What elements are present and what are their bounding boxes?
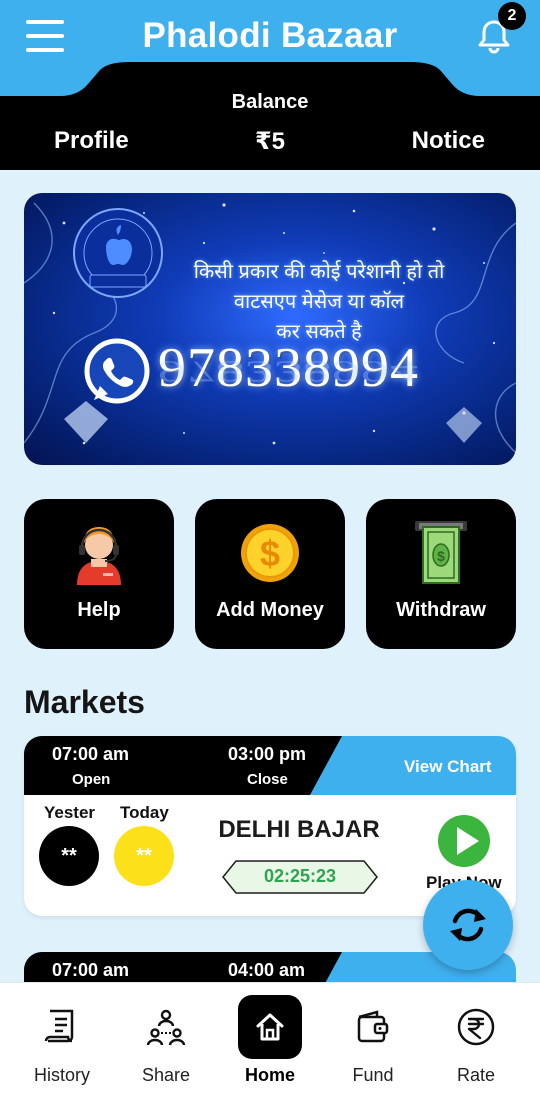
market-name: DELHI BAJAR	[218, 816, 380, 843]
open-label: Open	[72, 771, 111, 788]
withdraw-button[interactable]: $ Withdraw	[366, 499, 516, 649]
wallet-icon	[357, 1010, 389, 1043]
refresh-button[interactable]	[423, 880, 513, 970]
nav-share-label: Share	[141, 1065, 191, 1085]
close-time: 04:00 am	[228, 960, 306, 980]
scroll-history-icon	[44, 1009, 74, 1043]
close-time: 03:00 pm	[228, 744, 307, 764]
notification-badge: 2	[498, 2, 526, 30]
bottom-navigation: History Share Home Fund Rate	[0, 982, 540, 1101]
add-money-button[interactable]: $ Add Money	[195, 499, 345, 649]
banner-text-line2: वाटसएप मेसेज या कॉल	[233, 291, 405, 313]
view-chart-link[interactable]: View Chart	[404, 757, 492, 777]
whatsapp-icon	[84, 338, 150, 404]
open-time: 07:00 am	[52, 960, 130, 980]
play-icon[interactable]	[437, 814, 491, 868]
promo-banner[interactable]: किसी प्रकार की कोई परेशानी हो तो वाटसएप …	[24, 193, 516, 465]
nav-share[interactable]: Share	[112, 983, 220, 1101]
yesterday-result: **	[39, 826, 99, 886]
nav-history[interactable]: History	[8, 983, 116, 1101]
withdraw-label: Withdraw	[396, 599, 486, 621]
apple-matka-logo	[73, 208, 163, 298]
open-time: 07:00 am	[52, 744, 130, 764]
refresh-icon	[450, 908, 486, 942]
svg-text:$: $	[260, 533, 280, 574]
cash-withdraw-icon: $	[415, 521, 467, 584]
nav-home[interactable]: Home	[216, 983, 324, 1101]
help-label: Help	[77, 599, 121, 621]
help-button[interactable]: Help	[24, 499, 174, 649]
rupee-circle-icon	[457, 1008, 495, 1046]
home-icon	[256, 1013, 284, 1041]
close-label: Close	[247, 771, 288, 788]
markets-heading: Markets	[24, 684, 145, 720]
nav-rate-label: Rate	[456, 1065, 496, 1085]
banner-text-line1: किसी प्रकार की कोई परेशानी हो तो	[193, 261, 445, 283]
nav-history-label: History	[33, 1065, 90, 1085]
notice-link[interactable]: Notice	[412, 127, 485, 155]
balance-label: Balance	[231, 91, 309, 113]
banner-phone-reflection: 978338994	[158, 354, 419, 389]
nav-home-label: Home	[244, 1065, 295, 1085]
gold-coin-icon: $	[241, 524, 299, 582]
yesterday-label: Yester	[44, 803, 96, 822]
svg-text:$: $	[437, 548, 445, 564]
countdown-timer: 02:25:23	[263, 866, 337, 886]
nav-rate[interactable]: Rate	[422, 983, 530, 1101]
add-money-label: Add Money	[216, 599, 324, 621]
today-result: **	[114, 826, 174, 886]
nav-fund[interactable]: Fund	[319, 983, 427, 1101]
app-title: Phalodi Bazaar	[142, 16, 398, 55]
today-label: Today	[120, 803, 169, 822]
nav-fund-label: Fund	[352, 1065, 394, 1085]
support-agent-icon	[77, 527, 121, 585]
share-people-icon	[146, 1009, 186, 1046]
